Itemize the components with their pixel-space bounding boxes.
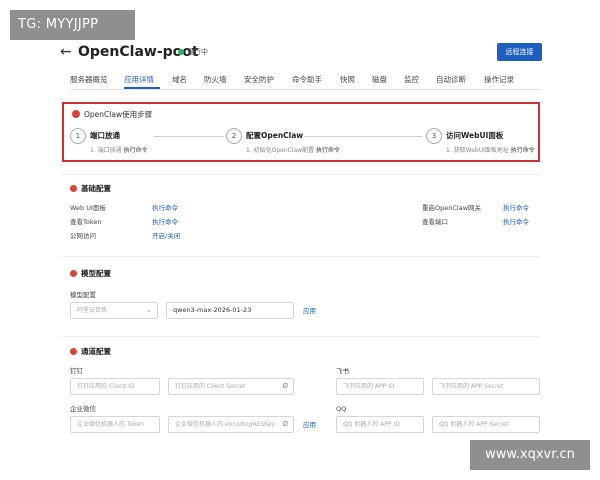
tab-auto-diagnosis[interactable]: 自动诊断 <box>436 74 466 86</box>
tab-bar: 服务器概览 应用详情 域名 防火墙 安全防护 命令助手 快照 磁盘 监控 自动诊… <box>70 72 542 90</box>
tab-server-overview[interactable]: 服务器概览 <box>70 74 108 86</box>
restart-gateway-label: 重启OpenClaw网关 <box>422 204 482 212</box>
step-run-command-link[interactable]: 执行命令 <box>316 147 340 154</box>
model-provider-select[interactable]: 阿里云百炼 ⌄ <box>70 302 158 319</box>
qq-app-id-placeholder: QQ 机器人的 APP ID <box>343 421 400 428</box>
wecom-aeskey-input[interactable]: 企业微信机器人的 encodingAESKey Ø <box>168 416 294 433</box>
wecom-label: 企业微信 <box>70 405 96 413</box>
view-port-label: 查看端口 <box>422 218 448 226</box>
tab-operation-log[interactable]: 操作记录 <box>484 74 514 86</box>
wecom-token-input[interactable]: 企业微信机器人的 Token <box>70 416 160 433</box>
feishu-label: 飞书 <box>336 367 349 375</box>
token-run-command-link[interactable]: 执行命令 <box>152 217 178 227</box>
model-config-title: 模型配置 <box>81 269 111 278</box>
lobster-icon <box>70 348 77 355</box>
lobster-icon <box>72 110 80 118</box>
model-config-label: 模型配置 <box>70 291 96 299</box>
step-desc: 1. 端口放通 执行命令 <box>90 146 148 156</box>
status-badge: 运行中 <box>178 46 208 58</box>
qq-label: QQ <box>336 405 347 413</box>
step-run-command-link[interactable]: 执行命令 <box>124 147 148 154</box>
step-connector <box>304 136 422 137</box>
provider-value: 阿里云百炼 <box>77 307 108 314</box>
model-config-heading: 模型配置 <box>70 268 111 280</box>
tab-command-assistant[interactable]: 命令助手 <box>292 74 322 86</box>
active-tab-indicator <box>124 87 160 89</box>
webui-run-command-link[interactable]: 执行命令 <box>152 203 178 213</box>
basic-config-title: 基础配置 <box>81 184 111 193</box>
public-access-label: 公网访问 <box>70 232 96 240</box>
tab-firewall[interactable]: 防火墙 <box>204 74 227 86</box>
status-text: 运行中 <box>187 48 208 56</box>
eye-off-icon[interactable]: Ø <box>282 379 288 394</box>
divider <box>62 336 540 337</box>
status-dot-icon <box>178 48 184 55</box>
step-number: 1 <box>70 128 86 144</box>
watermark-bottom-right: www.xqxvr.cn <box>470 440 590 470</box>
watermark-top-left: TG: MYYJJPP <box>10 10 135 40</box>
dingtalk-client-id-input[interactable]: 钉钉应用的 Client ID <box>70 378 160 395</box>
step-desc-text: 1. 端口放通 <box>90 147 122 154</box>
model-value: qwen3-max-2026-01-23 <box>173 306 252 314</box>
public-access-toggle-link[interactable]: 开启/关闭 <box>152 231 180 241</box>
feishu-app-secret-placeholder: 飞书应用的 APP Secret <box>439 383 504 390</box>
steps-header: OpenClaw使用步骤 <box>72 110 152 120</box>
port-run-command-link[interactable]: 执行命令 <box>503 217 529 227</box>
step-run-command-link[interactable]: 执行命令 <box>511 147 535 154</box>
step-desc-text: 1. 初始化OpenClaw配置 <box>246 147 315 154</box>
lobster-icon <box>70 270 77 277</box>
feishu-app-id-input[interactable]: 飞书应用的 APP ID <box>336 378 424 395</box>
channel-config-heading: 通道配置 <box>70 346 111 358</box>
dingtalk-client-secret-input[interactable]: 钉钉应用的 Client Secret Ø <box>168 378 294 395</box>
tab-monitor[interactable]: 监控 <box>404 74 419 86</box>
restart-run-command-link[interactable]: 执行命令 <box>503 203 529 213</box>
step-title: 配置OpenClaw <box>246 131 304 140</box>
wecom-token-placeholder: 企业微信机器人的 Token <box>77 421 144 428</box>
step-desc: 1. 获取WebUI面板地址 执行命令 <box>446 146 535 156</box>
lobster-icon <box>70 185 77 192</box>
qq-app-id-input[interactable]: QQ 机器人的 APP ID <box>336 416 424 433</box>
feishu-app-id-placeholder: 飞书应用的 APP ID <box>343 383 395 390</box>
step-desc: 1. 初始化OpenClaw配置 执行命令 <box>246 146 340 156</box>
step-title: 访问WebUI面板 <box>446 131 504 140</box>
qq-app-secret-placeholder: QQ 机器人的 APP Secret <box>439 421 509 428</box>
tab-disk[interactable]: 磁盘 <box>372 74 387 86</box>
remote-connect-button[interactable]: 远程连接 <box>497 43 542 61</box>
tab-security[interactable]: 安全防护 <box>244 74 274 86</box>
chevron-down-icon: ⌄ <box>146 306 152 314</box>
dingtalk-client-id-placeholder: 钉钉应用的 Client ID <box>77 383 135 390</box>
usage-steps-panel: OpenClaw使用步骤 1 端口放通 1. 端口放通 执行命令 2 配置Ope… <box>62 102 540 162</box>
divider <box>62 256 540 257</box>
page-header: ← OpenClaw-poot 运行中 远程连接 <box>60 42 542 66</box>
divider <box>62 174 540 175</box>
wecom-apply-button[interactable]: 应用 <box>303 420 316 430</box>
webui-panel-label: Web UI面板 <box>70 204 106 212</box>
channel-config-title: 通道配置 <box>81 347 111 356</box>
dingtalk-label: 钉钉 <box>70 367 83 375</box>
wecom-aeskey-placeholder: 企业微信机器人的 encodingAESKey <box>175 421 276 428</box>
step-connector <box>154 136 224 137</box>
back-arrow-icon[interactable]: ← <box>60 43 74 61</box>
basic-config-heading: 基础配置 <box>70 183 111 195</box>
tab-domain[interactable]: 域名 <box>172 74 187 86</box>
feishu-app-secret-input[interactable]: 飞书应用的 APP Secret <box>432 378 540 395</box>
qq-app-secret-input[interactable]: QQ 机器人的 APP Secret <box>432 416 540 433</box>
tab-snapshot[interactable]: 快照 <box>340 74 355 86</box>
step-number: 2 <box>226 128 242 144</box>
eye-off-icon[interactable]: Ø <box>282 417 288 432</box>
model-apply-button[interactable]: 应用 <box>303 306 316 316</box>
dingtalk-client-secret-placeholder: 钉钉应用的 Client Secret <box>175 383 246 390</box>
steps-title: OpenClaw使用步骤 <box>84 110 153 119</box>
tab-app-details[interactable]: 应用详情 <box>124 74 154 86</box>
step-number: 3 <box>426 128 442 144</box>
view-token-label: 查看Token <box>70 218 102 226</box>
model-name-input[interactable]: qwen3-max-2026-01-23 <box>166 302 294 319</box>
step-title: 端口放通 <box>90 131 120 140</box>
step-desc-text: 1. 获取WebUI面板地址 <box>446 147 509 154</box>
